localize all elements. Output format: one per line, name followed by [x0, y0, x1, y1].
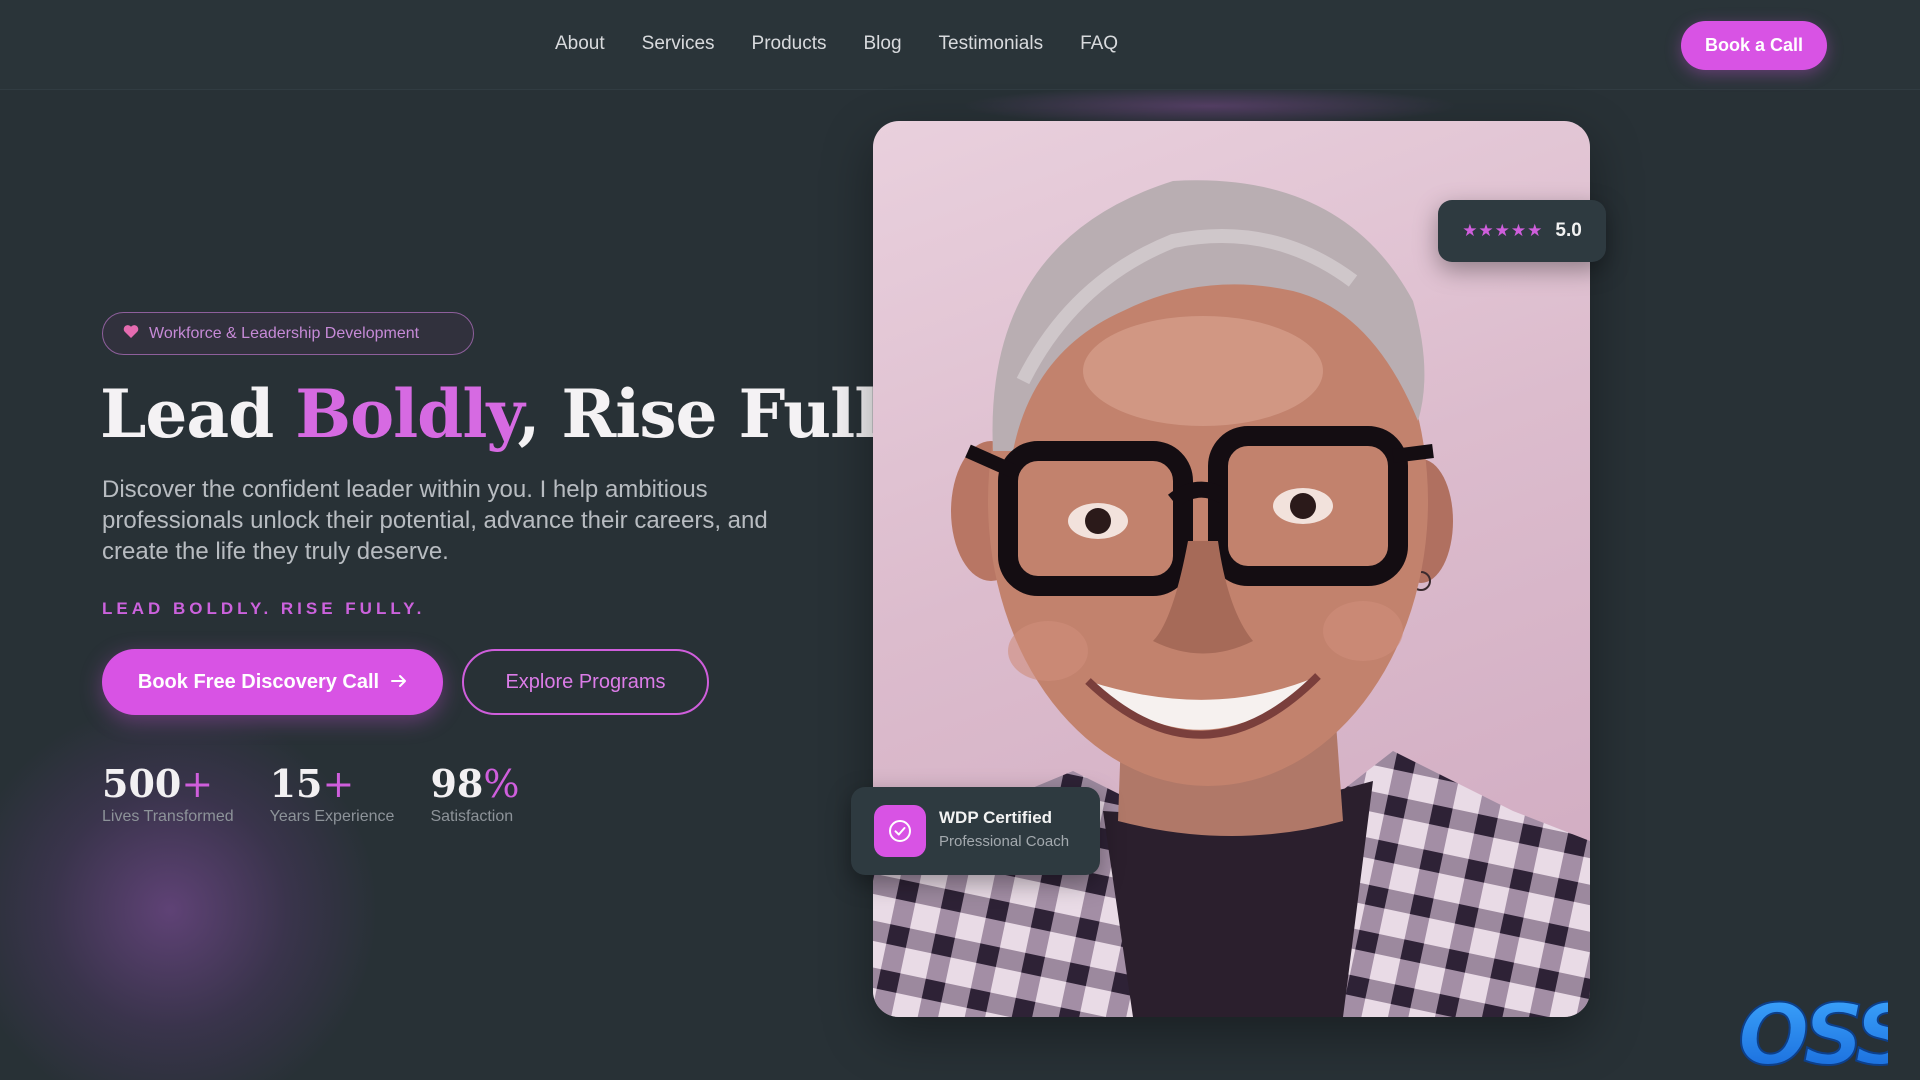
- nav-link-products[interactable]: Products: [752, 33, 827, 55]
- hero-headline: Lead Boldly, Rise Fully: [100, 375, 917, 453]
- nav-link-services[interactable]: Services: [642, 33, 715, 55]
- hero-description: Discover the confident leader within you…: [102, 476, 768, 565]
- headline-part-1: Lead: [100, 375, 296, 453]
- nav-link-faq[interactable]: FAQ: [1080, 33, 1118, 55]
- headline-part-2: , Rise Fully: [517, 375, 916, 453]
- category-badge: Workforce & Leadership Development: [102, 312, 474, 355]
- book-a-call-button[interactable]: Book a Call: [1681, 21, 1827, 70]
- explore-programs-button[interactable]: Explore Programs: [462, 649, 709, 715]
- certification-subtitle: Professional Coach: [939, 833, 1070, 850]
- rating-card: ★★★★★ 5.0: [1438, 200, 1606, 262]
- stat-label: Years Experience: [269, 808, 395, 825]
- stat-satisfaction: 98% Satisfaction: [430, 762, 519, 826]
- stat-years-experience: 15+ Years Experience: [270, 762, 395, 826]
- badge-label: Workforce & Leadership Development: [149, 324, 420, 342]
- heart-icon: [123, 324, 139, 344]
- certification-title: WDP Certified: [939, 808, 1053, 827]
- photo-top-glow: [960, 86, 1460, 126]
- book-discovery-call-label: Book Free Discovery Call: [137, 670, 380, 693]
- oss-watermark-logo: OSS: [1738, 992, 1888, 1072]
- book-discovery-call-button[interactable]: Book Free Discovery Call: [102, 649, 443, 715]
- rating-value: 5.0: [1555, 220, 1582, 241]
- certification-card: WDP Certified Professional Coach: [851, 787, 1100, 875]
- stat-lives-transformed: 500+ Lives Transformed: [102, 762, 234, 826]
- star-rating-icon: ★★★★★: [1462, 221, 1544, 240]
- nav-link-blog[interactable]: Blog: [864, 33, 902, 55]
- stat-value: 500+: [102, 761, 214, 807]
- check-circle-icon: [874, 805, 926, 857]
- stat-value: 15+: [269, 761, 355, 807]
- headline-accent: Boldly: [295, 375, 518, 453]
- stat-label: Lives Transformed: [102, 808, 234, 825]
- top-navigation: About Services Products Blog Testimonial…: [0, 0, 1920, 90]
- svg-text:OSS: OSS: [1738, 992, 1888, 1072]
- arrow-right-icon: [391, 671, 407, 694]
- background-glow: [0, 700, 380, 1080]
- nav-link-about[interactable]: About: [555, 33, 605, 55]
- hero-tagline: LEAD BOLDLY. RISE FULLY.: [102, 599, 426, 618]
- stat-value: 98%: [430, 761, 520, 807]
- nav-link-testimonials[interactable]: Testimonials: [939, 33, 1044, 55]
- stat-label: Satisfaction: [430, 808, 514, 825]
- nav-links: About Services Products Blog Testimonial…: [555, 33, 1118, 55]
- stats-row: 500+ Lives Transformed 15+ Years Experie…: [102, 762, 519, 826]
